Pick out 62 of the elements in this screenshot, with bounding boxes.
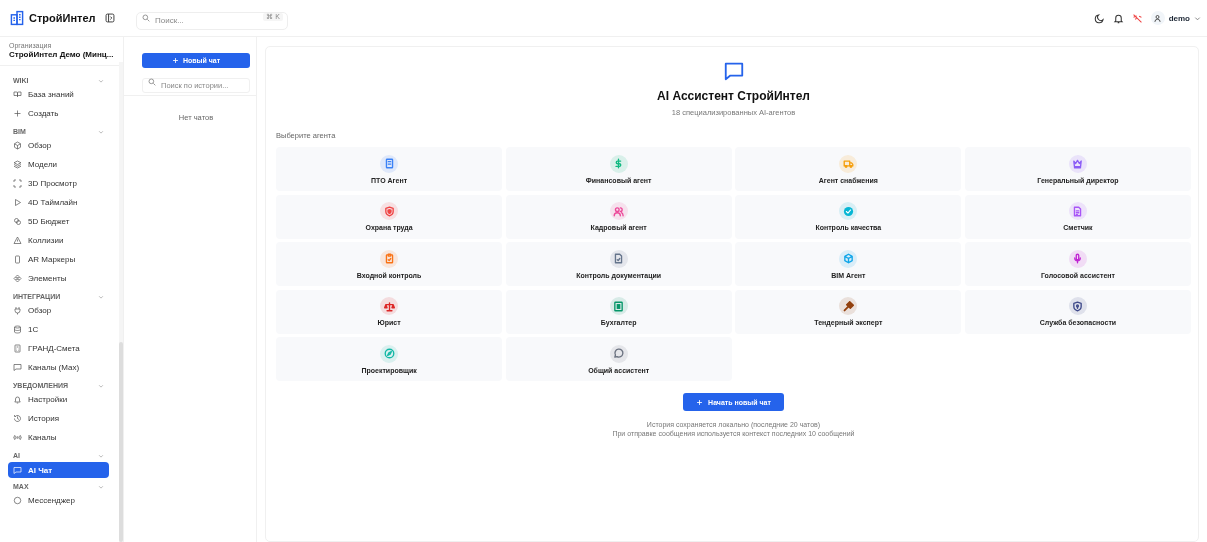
sidebar-item[interactable]: Создать bbox=[8, 104, 109, 123]
building-logo-icon bbox=[9, 10, 25, 26]
nav-icon bbox=[13, 465, 22, 475]
search-icon bbox=[142, 14, 150, 22]
user-avatar-icon bbox=[1150, 11, 1165, 25]
sidebar-item[interactable]: База знаний bbox=[8, 85, 109, 104]
bell-icon[interactable] bbox=[1112, 12, 1124, 24]
sidebar-item[interactable]: Коллизии bbox=[8, 231, 109, 250]
nav-icon bbox=[13, 236, 22, 245]
sidebar-item[interactable]: История bbox=[8, 409, 109, 428]
nav-icon bbox=[13, 217, 22, 226]
sidebar-item[interactable]: 1С bbox=[8, 320, 109, 339]
chat-bubble-icon bbox=[722, 60, 745, 82]
chevron-down-icon bbox=[98, 382, 104, 389]
user-name: demo bbox=[1168, 13, 1190, 23]
sidebar-item[interactable]: AR Маркеры bbox=[8, 250, 109, 269]
nav-icon bbox=[13, 255, 22, 264]
chevron-down-icon bbox=[98, 128, 104, 135]
sidebar-toggle-icon[interactable] bbox=[105, 13, 115, 23]
nav-icon bbox=[13, 344, 22, 353]
chevron-down-icon bbox=[98, 293, 104, 300]
search-icon bbox=[148, 77, 156, 86]
sidebar-item[interactable]: Модели bbox=[8, 155, 109, 174]
nav-icon bbox=[13, 109, 22, 118]
nav-icon bbox=[13, 198, 22, 207]
nav-icon bbox=[13, 306, 22, 315]
nav-icon bbox=[13, 363, 22, 372]
sidebar-item[interactable]: Обзор bbox=[8, 301, 109, 320]
sidebar-item[interactable]: 4D Таймлайн bbox=[8, 193, 109, 212]
sidebar-item[interactable]: ГРАНД-Смета bbox=[8, 339, 109, 358]
nav-icon bbox=[13, 274, 22, 283]
wifi-off-icon[interactable] bbox=[1131, 12, 1143, 24]
nav-icon bbox=[13, 325, 22, 334]
sidebar-item[interactable]: Каналы bbox=[8, 428, 109, 447]
chevron-down-icon bbox=[1194, 14, 1201, 22]
nav-icon bbox=[13, 90, 22, 99]
chevron-down-icon bbox=[98, 483, 104, 490]
sidebar-item[interactable]: Обзор bbox=[8, 136, 109, 155]
sidebar-item[interactable]: 5D Бюджет bbox=[8, 212, 109, 231]
app-name: СтройИнтел bbox=[29, 12, 96, 24]
nav-icon bbox=[13, 433, 22, 442]
nav-icon bbox=[13, 414, 22, 423]
plus-icon bbox=[696, 398, 704, 406]
user-menu[interactable]: demo bbox=[1150, 11, 1201, 25]
nav-icon bbox=[13, 160, 22, 169]
chevron-down-icon bbox=[98, 452, 104, 459]
plus-icon bbox=[171, 57, 179, 64]
organization-name[interactable]: СтройИнтел Демо (Минц... bbox=[9, 50, 114, 59]
nav-icon bbox=[13, 179, 22, 188]
nav-icon bbox=[13, 496, 22, 505]
sidebar-item[interactable]: AI Чат bbox=[8, 462, 109, 478]
page-title: AI Ассистент СтройИнтел bbox=[657, 89, 810, 103]
sidebar-item[interactable]: 3D Просмотр bbox=[8, 174, 109, 193]
moon-icon[interactable] bbox=[1093, 12, 1105, 24]
sidebar-item[interactable]: Элементы bbox=[8, 269, 109, 288]
sidebar-item[interactable]: Настройки bbox=[8, 390, 109, 409]
sidebar-item[interactable]: Мессенджер bbox=[8, 491, 109, 510]
scrollbar[interactable] bbox=[119, 62, 123, 542]
chevron-down-icon bbox=[98, 77, 104, 84]
sidebar-item[interactable]: Каналы (Max) bbox=[8, 358, 109, 377]
nav-icon bbox=[13, 395, 22, 404]
nav-icon bbox=[13, 141, 22, 150]
